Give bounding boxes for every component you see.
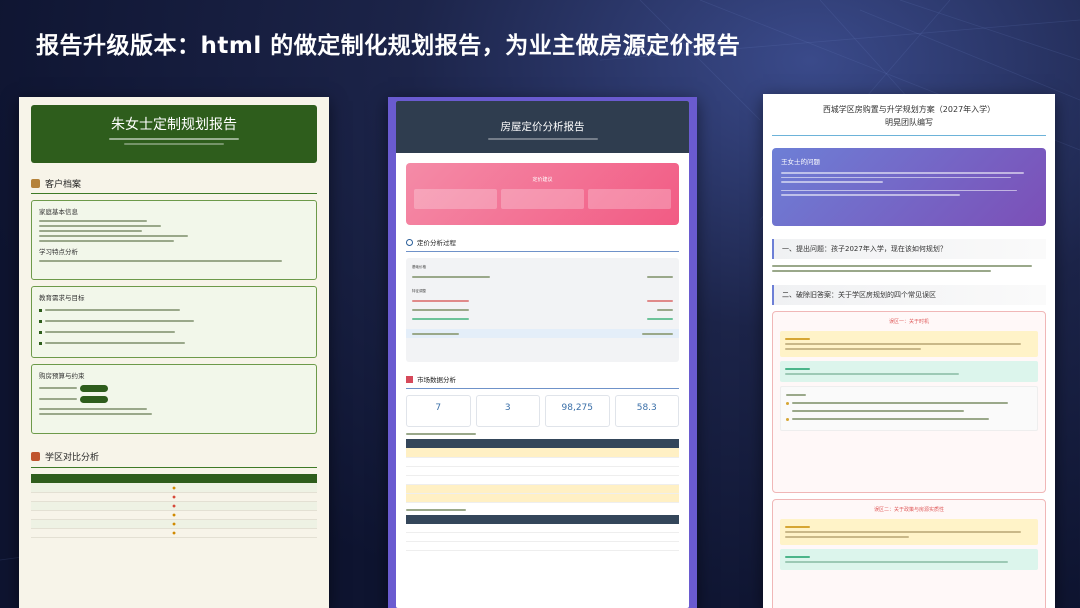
stat-value: 7 xyxy=(435,403,442,413)
stat-card: 58.3 xyxy=(614,395,679,427)
question-heading-2: 二、破除旧答案：关于学区房规划的四个常见误区 xyxy=(772,285,1046,305)
checklist-item xyxy=(39,339,309,347)
stat-card: 98,275 xyxy=(545,395,610,427)
school-icon xyxy=(31,452,40,461)
myth-box-2: 误区二：关于政策与房源实质性 xyxy=(772,499,1046,608)
stat-card: 3 xyxy=(475,395,540,427)
family-info-heading: 家庭基本信息 xyxy=(39,208,78,216)
listing-table xyxy=(406,439,679,503)
suggestion-price-box xyxy=(501,189,584,209)
table-caption xyxy=(406,508,679,511)
pricing-suggestion-panel: 定价建议 xyxy=(406,163,679,225)
budget-heading: 购房预算与约束 xyxy=(39,372,85,380)
checklist-item xyxy=(39,306,309,314)
pricing-title: 房屋定价分析报告 xyxy=(500,121,585,133)
education-needs-heading: 教育需求与目标 xyxy=(39,294,85,302)
basic-price-label: 基础价格 xyxy=(412,265,426,269)
table-caption xyxy=(406,433,679,435)
checklist-item xyxy=(39,328,309,336)
client-question-heading: 王女士的问题 xyxy=(781,158,820,166)
question-heading-1: 一、提出问题：孩子2027年入学，现在该如何规划？ xyxy=(772,239,1046,259)
section-client-label: 客户档案 xyxy=(45,180,82,190)
myth-old-answer xyxy=(780,519,1038,545)
clipboard-icon xyxy=(31,179,40,188)
myth-evidence xyxy=(780,386,1038,431)
education-needs-box: 教育需求与目标 xyxy=(31,286,317,358)
section-school-compare: 学区对比分析 xyxy=(31,450,317,468)
section-market-data: 市场数据分析 xyxy=(406,374,679,389)
plan-title-line1: 西城学区房购置与升学规划方案（2027年入学） xyxy=(822,105,996,114)
myth-old-answer xyxy=(780,331,1038,357)
client-question-panel: 王女士的问题 xyxy=(772,148,1046,226)
school-district-plan-card: 西城学区房购置与升学规划方案（2027年入学） 明晃团队编写 王女士的问题 一、… xyxy=(763,94,1055,608)
pricing-process-box: 基础价格 特征调整 xyxy=(406,258,679,362)
market-data-label: 市场数据分析 xyxy=(417,376,456,384)
myth-new-answer xyxy=(780,361,1038,382)
pricing-header: 房屋定价分析报告 xyxy=(396,101,689,153)
budget-pill xyxy=(79,384,108,392)
custom-planning-report-card: 朱女士定制规划报告 客户档案 家庭基本信息 学习特点分析 教育需求与目标 购房预… xyxy=(19,97,329,608)
suggestion-label: 定价建议 xyxy=(532,177,553,183)
section-client-profile: 客户档案 xyxy=(31,177,317,194)
pricing-report-card: 房屋定价分析报告 定价建议 定价分析过程 基础价格 特征调整 市场数据分析 7 … xyxy=(388,97,697,608)
title-divider xyxy=(772,135,1046,136)
slide-title: 报告升级版本：html 的做定制化规划报告，为业主做房源定价报告 xyxy=(36,33,741,59)
report-title: 朱女士定制规划报告 xyxy=(111,117,237,133)
myth-title-1: 误区一：关于时机 xyxy=(888,319,929,325)
stat-card: 7 xyxy=(406,395,471,427)
section-pricing-process: 定价分析过程 xyxy=(406,237,679,252)
myth-box-1: 误区一：关于时机 xyxy=(772,311,1046,493)
stat-value: 3 xyxy=(504,403,511,413)
myth-new-answer xyxy=(780,549,1038,570)
magnifier-icon xyxy=(406,238,413,246)
pricing-process-label: 定价分析过程 xyxy=(417,239,456,247)
suggestion-price-box xyxy=(414,189,497,209)
myth-title-2: 误区二：关于政策与房源实质性 xyxy=(873,507,944,513)
learning-heading: 学习特点分析 xyxy=(39,248,78,256)
deal-table xyxy=(406,514,679,551)
checklist-item xyxy=(39,317,309,325)
report-subtitle xyxy=(31,138,317,145)
stat-value: 58.3 xyxy=(636,403,657,413)
chart-icon xyxy=(406,375,413,383)
adjust-label: 特征调整 xyxy=(412,289,426,293)
market-stats: 7 3 98,275 58.3 xyxy=(406,395,679,427)
budget-box: 购房预算与约束 xyxy=(31,364,317,434)
plan-title-line2: 明晃团队编写 xyxy=(885,118,933,127)
family-info-box: 家庭基本信息 学习特点分析 xyxy=(31,200,317,280)
plan-title: 西城学区房购置与升学规划方案（2027年入学） 明晃团队编写 xyxy=(763,103,1055,129)
suggestion-price-box xyxy=(588,189,671,209)
stat-value: 98,275 xyxy=(561,403,594,413)
budget-pill xyxy=(79,395,108,403)
section-compare-label: 学区对比分析 xyxy=(45,453,100,463)
report-header: 朱女士定制规划报告 xyxy=(31,105,317,163)
compare-table: ● ● ● ● ● ● xyxy=(31,474,317,538)
